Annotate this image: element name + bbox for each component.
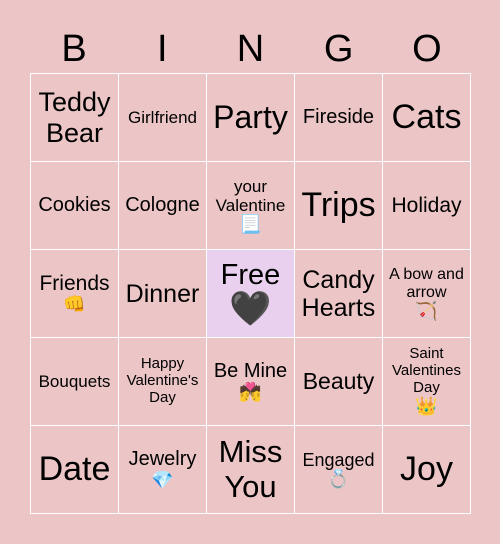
bingo-cell[interactable]: Candy Hearts	[295, 250, 383, 338]
bingo-cell[interactable]: Date	[31, 426, 119, 514]
cell-label: Jewelry	[128, 448, 197, 471]
cell-label: Saint Valentines Day	[392, 345, 461, 396]
bingo-cell[interactable]: Cologne	[119, 162, 207, 250]
bingo-cell[interactable]: Friends 👊	[31, 250, 119, 338]
bingo-cell[interactable]: Girlfriend	[119, 74, 207, 162]
cell-label: Bouquets	[38, 371, 111, 391]
bingo-cell[interactable]: Engaged 💍	[295, 426, 383, 514]
bingo-cell[interactable]: Joy	[383, 426, 471, 514]
emoji-icon: 🏹	[415, 300, 438, 321]
cell-label: Teddy Bear	[38, 87, 111, 148]
cell-label: Dinner	[125, 279, 200, 308]
bingo-cell[interactable]: Party	[207, 74, 295, 162]
header-letter-i: I	[157, 28, 168, 70]
emoji-icon: 💍	[327, 468, 350, 489]
cell-label: Joy	[400, 450, 453, 489]
emoji-icon: 👑	[415, 395, 438, 416]
header-letter-o: O	[412, 28, 442, 70]
bingo-cell[interactable]: Teddy Bear	[31, 74, 119, 162]
bingo-cell[interactable]: Miss You	[207, 426, 295, 514]
bingo-header: B I N G O	[30, 24, 471, 74]
header-letter-b: B	[61, 28, 87, 70]
cell-label: Holiday	[391, 193, 462, 217]
cell-label: Happy Valentine's Day	[126, 355, 199, 406]
cell-label: your Valentine	[215, 176, 286, 215]
bingo-cell[interactable]: Fireside	[295, 74, 383, 162]
cell-label: Be Mine	[213, 360, 288, 383]
bingo-cell-free[interactable]: Free 🖤	[207, 250, 295, 338]
emoji-icon: 💏	[239, 381, 262, 402]
header-letter-g: G	[323, 28, 354, 70]
cell-label: Cats	[391, 98, 462, 137]
bingo-cell[interactable]: Happy Valentine's Day	[119, 338, 207, 426]
emoji-icon: 💎	[151, 469, 174, 490]
bingo-card-grid: Teddy Bear Girlfriend Party Fireside Cats Coo…	[30, 73, 471, 514]
bingo-cell[interactable]: Be Mine 💏	[207, 338, 295, 426]
bingo-cell[interactable]: your Valentine 📃	[207, 162, 295, 250]
bingo-cell[interactable]: Beauty	[295, 338, 383, 426]
cell-label: Beauty	[302, 367, 375, 394]
cell-label: Party	[213, 98, 288, 135]
cell-label: Date	[38, 450, 111, 489]
bingo-cell[interactable]: A bow and arrow 🏹	[383, 250, 471, 338]
cell-label: Cologne	[125, 194, 200, 217]
cell-label: Fireside	[302, 106, 375, 129]
cell-label: A bow and arrow	[389, 265, 464, 301]
cell-label: Friends	[39, 271, 110, 295]
header-letter-n: N	[236, 28, 265, 70]
cell-label: Cookies	[38, 194, 111, 217]
cell-label: Miss You	[218, 433, 283, 504]
emoji-icon: 🖤	[229, 290, 272, 329]
bingo-cell[interactable]: Dinner	[119, 250, 207, 338]
bingo-cell[interactable]: Bouquets	[31, 338, 119, 426]
cell-label: Free	[220, 258, 281, 291]
bingo-cell[interactable]: Saint Valentines Day 👑	[383, 338, 471, 426]
cell-label: Engaged	[302, 449, 375, 470]
cell-label: Candy Hearts	[301, 265, 376, 322]
bingo-cell[interactable]: Cookies	[31, 162, 119, 250]
emoji-icon: 👊	[63, 294, 86, 315]
emoji-icon: 📃	[239, 213, 262, 234]
bingo-cell[interactable]: Cats	[383, 74, 471, 162]
bingo-cell[interactable]: Holiday	[383, 162, 471, 250]
bingo-cell[interactable]: Jewelry 💎	[119, 426, 207, 514]
bingo-cell[interactable]: Trips	[295, 162, 383, 250]
cell-label: Trips	[301, 186, 376, 225]
cell-label: Girlfriend	[128, 107, 197, 127]
